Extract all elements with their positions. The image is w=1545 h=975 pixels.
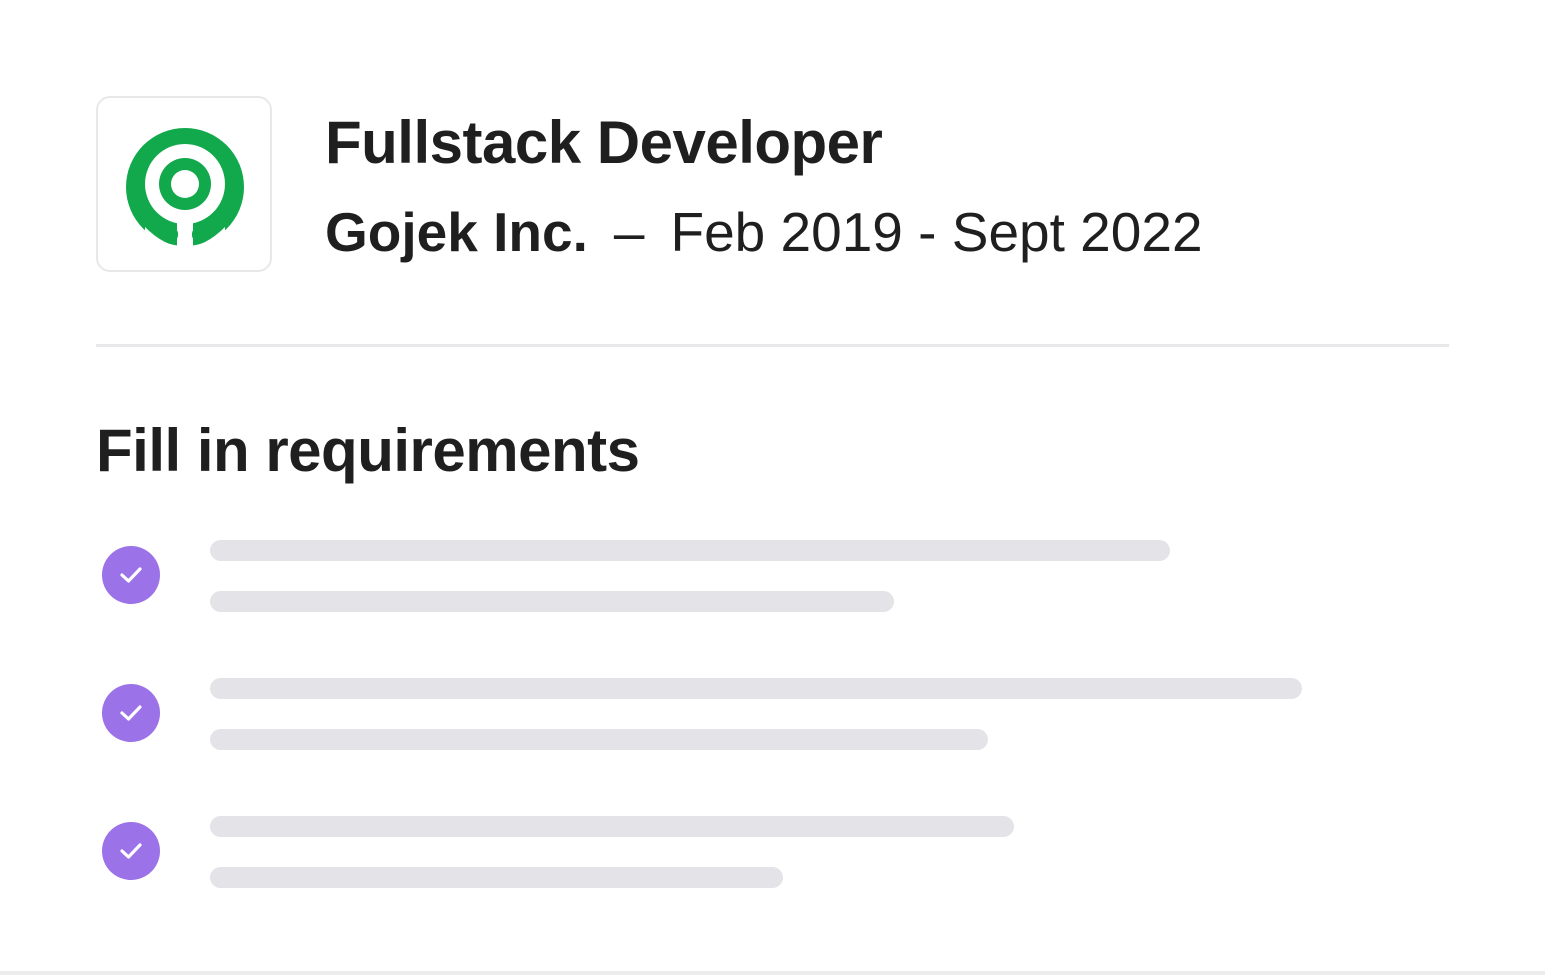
placeholder-line	[210, 540, 1170, 561]
requirement-item[interactable]	[96, 678, 1396, 764]
placeholder-line	[210, 678, 1302, 699]
company-logo	[96, 96, 272, 272]
job-title: Fullstack Developer	[325, 109, 883, 176]
gojek-logo-icon	[126, 128, 244, 247]
placeholder-line	[210, 591, 894, 612]
requirement-item[interactable]	[96, 816, 1396, 902]
check-circle-icon	[102, 546, 160, 604]
check-circle-icon	[102, 822, 160, 880]
placeholder-line	[210, 867, 783, 888]
section-divider	[96, 344, 1449, 347]
job-meta: Gojek Inc. – Feb 2019 - Sept 2022	[325, 200, 1203, 264]
check-circle-icon	[102, 684, 160, 742]
placeholder-line	[210, 729, 988, 750]
company-name: Gojek Inc.	[325, 201, 588, 263]
requirements-title: Fill in requirements	[96, 417, 640, 484]
card-bottom-edge	[0, 971, 1545, 975]
employment-dates: Feb 2019 - Sept 2022	[670, 201, 1203, 263]
requirement-item[interactable]	[96, 540, 1396, 626]
meta-separator: –	[613, 201, 645, 263]
job-requirements-card: Fullstack Developer Gojek Inc. – Feb 2019 …	[0, 0, 1545, 975]
placeholder-line	[210, 816, 1014, 837]
